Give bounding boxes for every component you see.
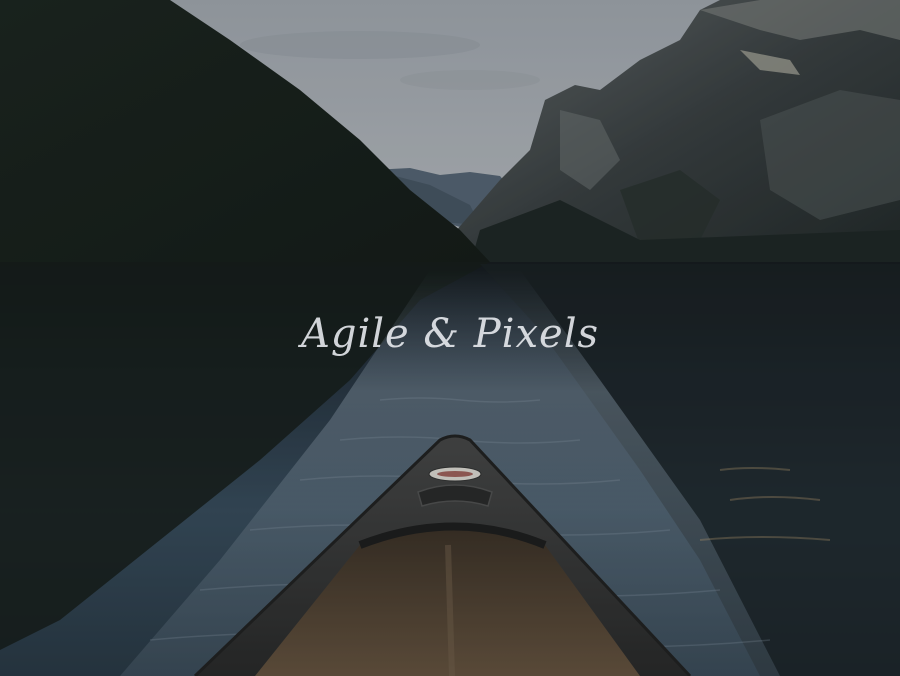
hero-section: Agile & Pixels [0, 0, 900, 676]
oval-sticker-icon [428, 466, 482, 482]
site-title: Agile & Pixels [300, 311, 600, 357]
